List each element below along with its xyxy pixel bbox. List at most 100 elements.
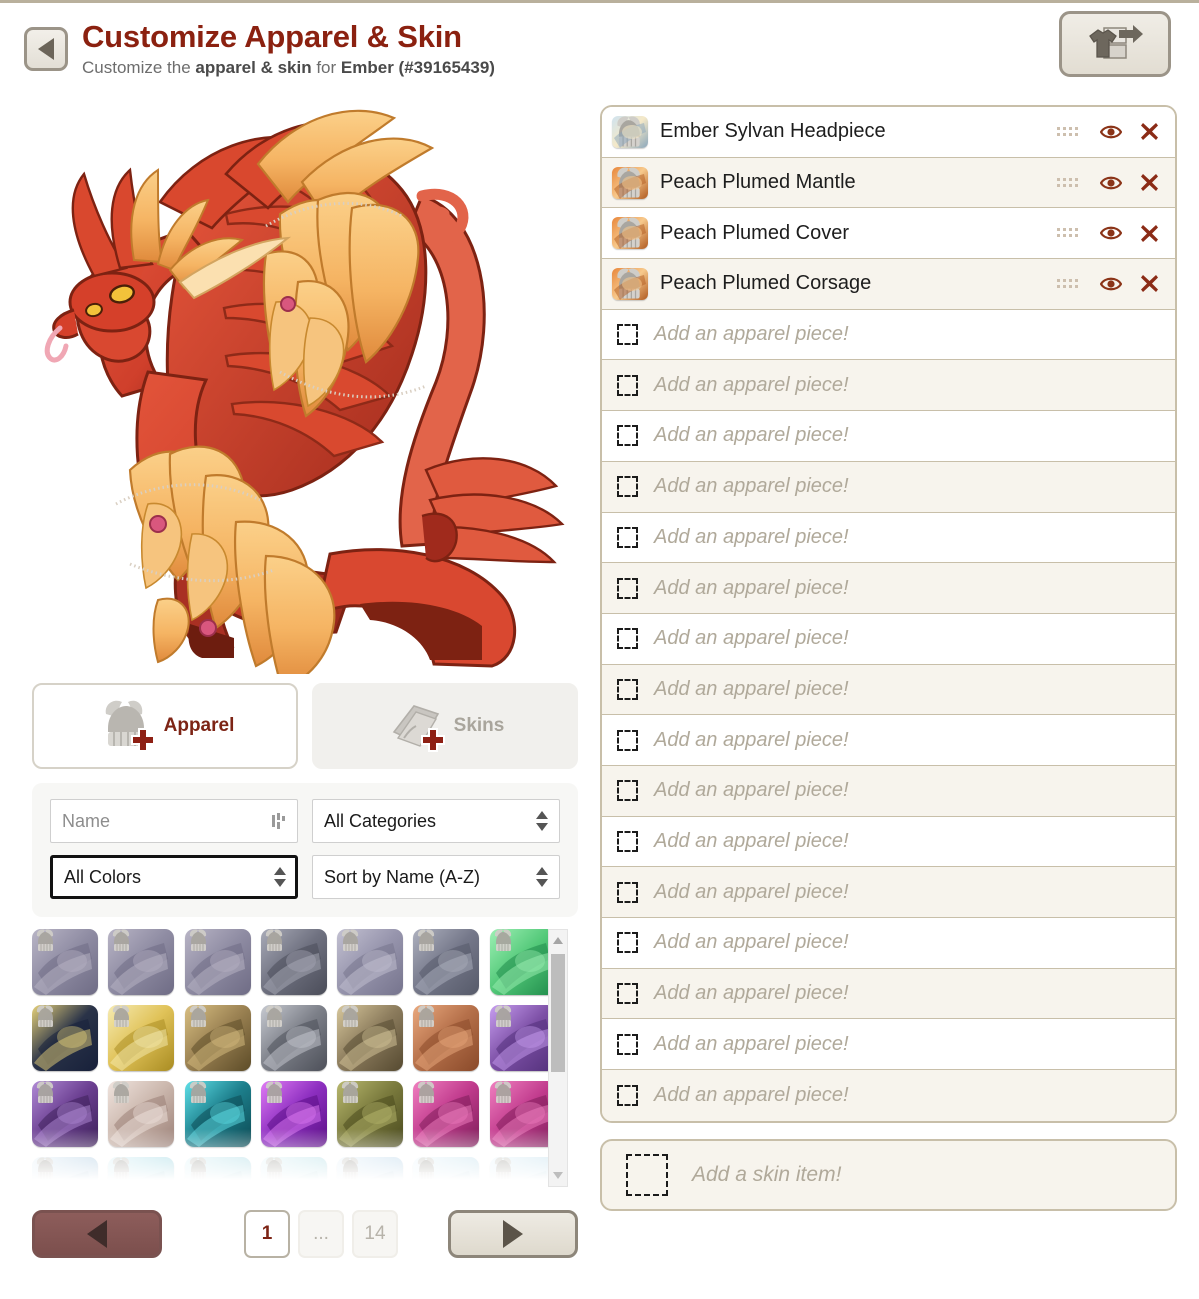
apparel-type-helmet-icon: [113, 1157, 130, 1179]
apparel-item-thumbnail[interactable]: [184, 1081, 251, 1147]
apparel-item-thumbnail[interactable]: [489, 1157, 556, 1191]
apparel-item-thumbnail[interactable]: [184, 1157, 251, 1191]
eye-icon[interactable]: [1100, 225, 1122, 241]
apparel-item-thumbnail[interactable]: [108, 1005, 175, 1071]
apparel-empty-slot-row[interactable]: Add an apparel piece!: [602, 563, 1175, 614]
eye-icon[interactable]: [1100, 124, 1122, 140]
subtitle-apparel-skin: apparel & skin: [195, 58, 312, 77]
apparel-equipped-row[interactable]: Peach Plumed Mantle: [602, 157, 1175, 209]
apparel-item-thumbnail[interactable]: [260, 1157, 327, 1191]
apparel-empty-slot-row[interactable]: Add an apparel piece!: [602, 1019, 1175, 1071]
apparel-item-thumbnail[interactable]: [337, 1157, 404, 1191]
apparel-slot-list: Ember Sylvan Headpiece Peach Plumed Mantl…: [600, 105, 1177, 1123]
apparel-type-helmet-icon: [342, 1081, 359, 1103]
apparel-row-actions: [1056, 173, 1159, 192]
apparel-item-thumbnail[interactable]: [32, 1157, 98, 1191]
prev-page-button[interactable]: [32, 1210, 162, 1258]
drag-handle-icon[interactable]: [1056, 227, 1082, 239]
tab-apparel[interactable]: Apparel: [32, 683, 298, 769]
eye-icon[interactable]: [1100, 175, 1122, 191]
apparel-empty-slot-row[interactable]: Add an apparel piece!: [602, 715, 1175, 766]
apparel-item-thumbnail[interactable]: [413, 929, 480, 995]
apparel-type-helmet-icon: [418, 1157, 435, 1179]
sort-select[interactable]: Sort by Name (A-Z): [312, 855, 560, 899]
apparel-item-thumbnail[interactable]: [489, 1005, 556, 1071]
apparel-item-thumbnail[interactable]: [108, 1157, 175, 1191]
apparel-empty-slot-row[interactable]: Add an apparel piece!: [602, 918, 1175, 969]
apparel-type-helmet-icon: [113, 1005, 130, 1027]
apparel-item-thumbnail[interactable]: [108, 929, 175, 995]
apparel-empty-slot-row[interactable]: Add an apparel piece!: [602, 765, 1175, 817]
apparel-empty-slot-row[interactable]: Add an apparel piece!: [602, 360, 1175, 412]
apparel-empty-slot-row[interactable]: Add an apparel piece!: [602, 309, 1175, 361]
skin-slot[interactable]: Add a skin item!: [600, 1138, 1177, 1211]
apparel-item-thumbnail[interactable]: [32, 1005, 98, 1071]
apparel-equipped-row[interactable]: Ember Sylvan Headpiece: [602, 107, 1175, 158]
apparel-skins-tabs: Apparel Skins: [0, 683, 600, 769]
apparel-item-thumbnail[interactable]: [260, 1081, 327, 1147]
drag-handle-icon[interactable]: [1056, 126, 1082, 138]
apparel-item-thumbnail[interactable]: [337, 1081, 404, 1147]
apparel-empty-slot-row[interactable]: Add an apparel piece!: [602, 664, 1175, 716]
left-column: Apparel Skins Name All Categories All Co…: [0, 95, 600, 1261]
apparel-type-helmet-icon: [36, 1081, 54, 1103]
apparel-item-thumbnail[interactable]: [32, 929, 98, 995]
apparel-equipped-row[interactable]: Peach Plumed Corsage: [602, 259, 1175, 310]
apparel-item-thumbnail[interactable]: [337, 1005, 404, 1071]
remove-x-icon[interactable]: [1140, 224, 1159, 243]
apparel-item-thumbnail[interactable]: [413, 1005, 480, 1071]
page-number-14[interactable]: 14: [352, 1210, 398, 1258]
apparel-item-thumbnail[interactable]: [413, 1081, 480, 1147]
category-select[interactable]: All Categories: [312, 799, 560, 843]
next-page-button[interactable]: [448, 1210, 578, 1258]
apparel-type-helmet-icon: [189, 1157, 206, 1179]
page-number-dotsdotsdots[interactable]: ...: [298, 1210, 344, 1258]
apparel-item-thumbnail[interactable]: [337, 929, 404, 995]
apparel-empty-slot-row[interactable]: Add an apparel piece!: [602, 867, 1175, 918]
apparel-item-thumbnail[interactable]: [108, 1081, 175, 1147]
name-field-wrap: [50, 799, 298, 843]
apparel-empty-slot-label: Add an apparel piece!: [654, 931, 849, 954]
apparel-item-thumbnail[interactable]: [184, 929, 251, 995]
dashed-square-icon: [617, 324, 638, 346]
color-select[interactable]: All Colors: [50, 855, 298, 899]
page-header: Customize Apparel & Skin Customize the a…: [0, 3, 1199, 95]
apparel-item-thumbnail[interactable]: [413, 1157, 480, 1191]
apparel-empty-slot-row[interactable]: Add an apparel piece!: [602, 968, 1175, 1020]
apparel-item-thumbnail[interactable]: [184, 1005, 251, 1071]
dragon-preview: [0, 95, 600, 683]
apparel-item-thumbnail[interactable]: [260, 1005, 327, 1071]
scrollbar-thumb[interactable]: [551, 954, 565, 1072]
apparel-item-thumbnail[interactable]: [489, 1081, 556, 1147]
item-art: [614, 122, 646, 148]
apparel-item-thumbnail[interactable]: [32, 1081, 98, 1147]
apparel-empty-slot-row[interactable]: Add an apparel piece!: [602, 411, 1175, 462]
apparel-empty-slot-row[interactable]: Add an apparel piece!: [602, 461, 1175, 513]
scroll-down-arrow-icon[interactable]: [553, 1172, 563, 1179]
transfer-apparel-button[interactable]: [1059, 11, 1171, 77]
apparel-empty-slot-row[interactable]: Add an apparel piece!: [602, 512, 1175, 564]
page-number-1[interactable]: 1: [244, 1210, 290, 1258]
helmet-plus-icon: [96, 698, 158, 754]
tab-skins[interactable]: Skins: [312, 683, 578, 769]
item-art: [614, 274, 646, 300]
scroll-up-arrow-icon[interactable]: [553, 937, 563, 944]
dashed-square-icon: [617, 678, 638, 700]
eye-icon[interactable]: [1100, 276, 1122, 292]
apparel-empty-slot-row[interactable]: Add an apparel piece!: [602, 613, 1175, 665]
apparel-empty-slot-row[interactable]: Add an apparel piece!: [602, 1070, 1175, 1121]
item-grid-scrollbar[interactable]: [548, 929, 568, 1187]
apparel-item-thumbnail[interactable]: [260, 929, 327, 995]
drag-handle-icon[interactable]: [1056, 177, 1082, 189]
dashed-square-icon: [617, 577, 638, 599]
back-button[interactable]: [24, 27, 68, 71]
remove-x-icon[interactable]: [1140, 274, 1159, 293]
apparel-equipped-row[interactable]: Peach Plumed Cover: [602, 208, 1175, 260]
drag-handle-icon[interactable]: [1056, 278, 1082, 290]
remove-x-icon[interactable]: [1140, 122, 1159, 141]
remove-x-icon[interactable]: [1140, 173, 1159, 192]
apparel-empty-slot-row[interactable]: Add an apparel piece!: [602, 816, 1175, 868]
apparel-item-thumbnail[interactable]: [489, 929, 556, 995]
search-input[interactable]: [50, 799, 298, 843]
apparel-type-helmet-icon: [113, 929, 130, 951]
